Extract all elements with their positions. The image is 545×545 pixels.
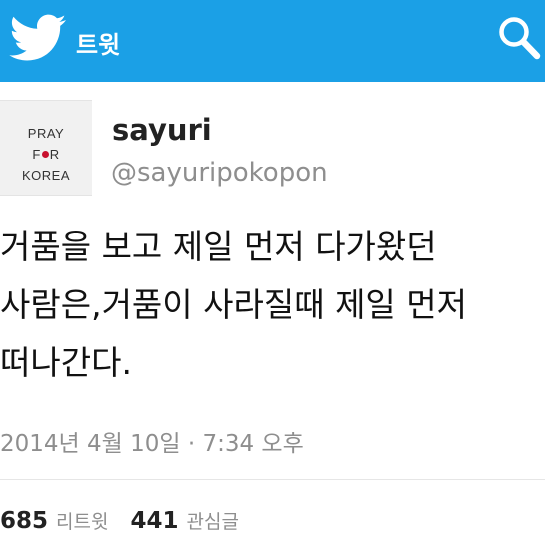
user-handle[interactable]: @sayuripokopon [111, 158, 328, 188]
avatar[interactable]: PRAY FR KOREA [0, 100, 92, 196]
avatar-text-korea: KOREA [21, 168, 70, 183]
flag-dot-icon [41, 151, 49, 159]
user-display-name[interactable]: sayuri [112, 113, 212, 147]
tweet-stats: 685 리트윗 441 관심글 [0, 507, 239, 534]
avatar-text-for: FR [0, 144, 92, 165]
tweet-text: 거품을 보고 제일 먼저 다가왔던 사람은,거품이 사라질때 제일 먼저 떠나간… [0, 227, 467, 382]
twitter-bird-icon[interactable] [8, 14, 68, 64]
favorite-count[interactable]: 441 [130, 508, 178, 534]
tweet-screen: 트윗 PRAY FR KOREA sayuri @sayuripokopon 거… [0, 0, 545, 545]
avatar-text-pray: PRAY [27, 126, 65, 141]
avatar-text-f: F [32, 147, 41, 162]
divider [0, 479, 545, 480]
search-icon[interactable] [496, 14, 542, 62]
header-title: 트윗 [76, 31, 121, 59]
avatar-text-r: R [49, 147, 60, 162]
favorite-label[interactable]: 관심글 [186, 511, 238, 533]
retweet-count[interactable]: 685 [0, 508, 48, 534]
top-bar: 트윗 [0, 0, 545, 82]
retweet-label[interactable]: 리트윗 [56, 511, 108, 533]
tweet-timestamp: 2014년 4월 10일 · 7:34 오후 [0, 431, 304, 457]
